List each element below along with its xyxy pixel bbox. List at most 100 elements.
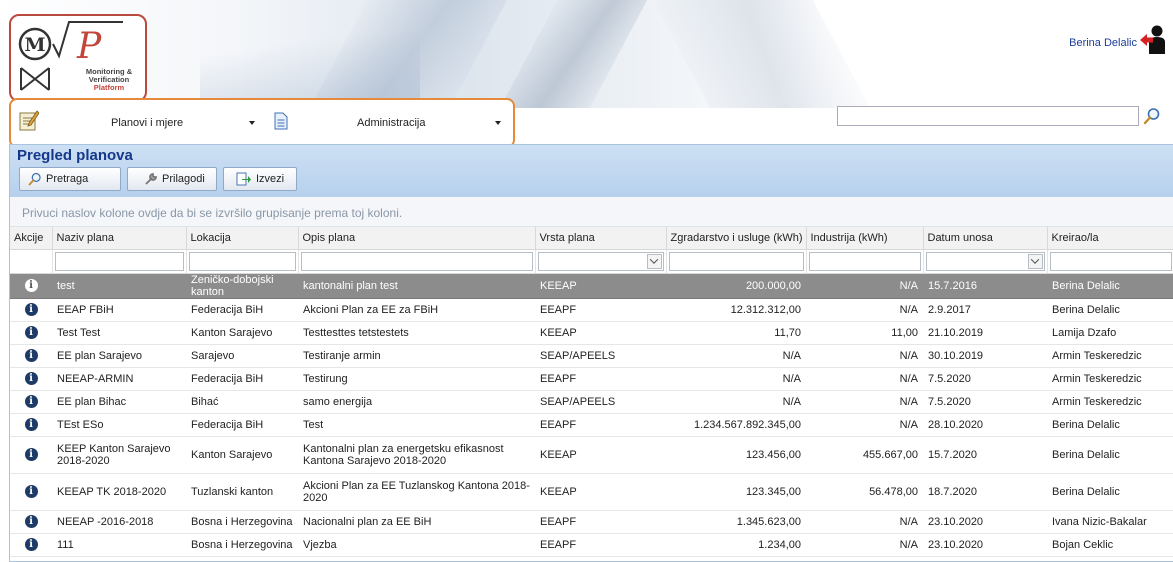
filter-datum-picker[interactable] xyxy=(925,251,1045,271)
cell-datum: 21.10.2019 xyxy=(923,321,1047,345)
filter-vrsta-select[interactable] xyxy=(537,251,664,271)
info-icon[interactable]: i xyxy=(24,303,38,316)
cell-lokacija: Bihać xyxy=(186,390,298,414)
cell-kreirao: Berina Delalic xyxy=(1047,298,1173,322)
search-icon xyxy=(28,172,41,186)
table-row[interactable]: i EE plan Sarajevo Sarajevo Testiranje a… xyxy=(10,344,1173,368)
menu-planovi-i-mjere[interactable]: Planovi i mjere xyxy=(111,113,183,133)
cell-zgradarstvo: 11,70 xyxy=(666,321,806,345)
global-search-input[interactable] xyxy=(837,106,1139,126)
filter-naziv-input[interactable] xyxy=(54,251,184,271)
cell-zgradarstvo: N/A xyxy=(666,344,806,368)
cell-naziv: 111 xyxy=(52,533,186,557)
group-panel-hint[interactable]: Privuci naslov kolone ovdje da bi se izv… xyxy=(10,197,1173,227)
search-icon[interactable] xyxy=(1143,107,1161,125)
col-header-lokacija[interactable]: Lokacija xyxy=(186,227,299,250)
cell-opis: Vjezba xyxy=(298,533,535,557)
cell-datum: 23.10.2020 xyxy=(923,510,1047,534)
table-row[interactable]: i EE plan Bihac Bihać samo energija SEAP… xyxy=(10,390,1173,414)
table-row[interactable]: i TEst ESo Federacija BiH Test EEAPF 1.2… xyxy=(10,413,1173,437)
table-row[interactable]: i Test Test Kanton Sarajevo Testtesttes … xyxy=(10,321,1173,345)
cell-zgradarstvo: N/A xyxy=(666,367,806,391)
info-icon[interactable]: i xyxy=(24,448,38,461)
cell-vrsta: EEAPF xyxy=(535,367,666,391)
chevron-down-icon[interactable] xyxy=(646,253,662,269)
info-icon[interactable]: i xyxy=(24,326,38,339)
cell-datum: 15.7.2020 xyxy=(923,436,1047,474)
cell-vrsta: EEAPF xyxy=(535,510,666,534)
cell-industrija: N/A xyxy=(806,367,923,391)
col-header-datum[interactable]: Datum unosa xyxy=(923,227,1048,250)
col-header-industrija[interactable]: Industrija (kWh) xyxy=(806,227,924,250)
table-row[interactable]: i test Zeničko-dobojski kanton kantonaln… xyxy=(10,273,1173,299)
table-row[interactable]: i KEEP Kanton Sarajevo 2018-2020 Kanton … xyxy=(10,436,1173,474)
chevron-down-icon xyxy=(495,121,501,125)
grid-header-row: Akcije Naziv plana Lokacija Opis plana V… xyxy=(10,227,1173,250)
cell-naziv: EEAP FBiH xyxy=(52,298,186,322)
svg-text:M: M xyxy=(24,34,45,56)
menu-planovi-label: Planovi i mjere xyxy=(111,117,184,129)
export-button[interactable]: Izvezi xyxy=(223,167,297,191)
col-header-opis[interactable]: Opis plana xyxy=(298,227,536,250)
panel-header: Pregled planova Pretraga Prilagodi Izvez… xyxy=(10,145,1173,197)
cell-industrija: N/A xyxy=(806,273,923,299)
filter-opis-input[interactable] xyxy=(300,251,533,271)
info-icon[interactable]: i xyxy=(24,418,38,431)
info-icon[interactable]: i xyxy=(24,279,38,292)
info-icon[interactable]: i xyxy=(24,349,38,362)
page-title: Pregled planova xyxy=(17,147,133,164)
main-navigation: Planovi i mjere Administracija xyxy=(9,98,515,148)
cell-vrsta: KEEAP xyxy=(535,436,666,474)
filter-lokacija-input[interactable] xyxy=(188,251,296,271)
col-header-vrsta[interactable]: Vrsta plana xyxy=(535,227,667,250)
filter-zgradarstvo-input[interactable] xyxy=(668,251,804,271)
chevron-down-icon xyxy=(249,121,255,125)
cell-kreirao: Berina Delalic xyxy=(1047,273,1173,299)
chevron-down-icon[interactable] xyxy=(1027,253,1043,269)
cell-lokacija: Kanton Sarajevo xyxy=(186,321,298,345)
info-icon[interactable]: i xyxy=(24,515,38,528)
filter-kreirao-input[interactable] xyxy=(1049,251,1172,271)
customize-button[interactable]: Prilagodi xyxy=(127,167,217,191)
info-icon[interactable]: i xyxy=(24,372,38,385)
col-header-zgradarstvo[interactable]: Zgradarstvo i usluge (kWh) xyxy=(666,227,807,250)
svg-text:P: P xyxy=(76,26,102,67)
cell-naziv: NEEAP -2016-2018 xyxy=(52,510,186,534)
cell-industrija: 11,00 xyxy=(806,321,923,345)
cell-kreirao: Berina Delalic xyxy=(1047,473,1173,511)
menu-administracija[interactable]: Administracija xyxy=(357,113,425,133)
col-header-akcije[interactable]: Akcije xyxy=(10,227,53,250)
menu-planovi-dropdown[interactable] xyxy=(249,113,255,133)
col-header-kreirao[interactable]: Kreirao/la xyxy=(1047,227,1173,250)
info-icon[interactable]: i xyxy=(24,395,38,408)
info-icon[interactable]: i xyxy=(24,485,38,498)
cell-vrsta: SEAP/APEELS xyxy=(535,390,666,414)
table-row[interactable]: i NEEAP-ARMIN Federacija BiH Testirung E… xyxy=(10,367,1173,391)
cell-lokacija: Federacija BiH xyxy=(186,367,298,391)
table-row[interactable]: i KEEAP TK 2018-2020 Tuzlanski kanton Ak… xyxy=(10,473,1173,511)
table-row[interactable]: i NEEAP -2016-2018 Bosna i Herzegovina N… xyxy=(10,510,1173,534)
cell-opis: Akcioni Plan za EE za FBiH xyxy=(298,298,535,322)
cell-vrsta: KEEAP xyxy=(535,473,666,511)
cell-zgradarstvo: 1.345.623,00 xyxy=(666,510,806,534)
search-button[interactable]: Pretraga xyxy=(19,167,121,191)
wrench-icon xyxy=(145,173,157,185)
cell-opis: samo energija xyxy=(298,390,535,414)
table-row[interactable]: i EEAP FBiH Federacija BiH Akcioni Plan … xyxy=(10,298,1173,322)
menu-administracija-dropdown[interactable] xyxy=(495,113,501,133)
col-header-naziv[interactable]: Naziv plana xyxy=(52,227,187,250)
cell-industrija: N/A xyxy=(806,390,923,414)
table-row[interactable]: i 111 Bosna i Herzegovina Vjezba EEAPF 1… xyxy=(10,533,1173,557)
cell-vrsta: EEAPF xyxy=(535,533,666,557)
filter-industrija-input[interactable] xyxy=(808,251,921,271)
cell-datum: 30.10.2019 xyxy=(923,344,1047,368)
cell-opis: Testtesttes tetstestets xyxy=(298,321,535,345)
info-icon[interactable]: i xyxy=(24,538,38,551)
user-name-link[interactable]: Berina Delalic xyxy=(1069,37,1137,49)
cell-zgradarstvo: 1.234,00 xyxy=(666,533,806,557)
cell-kreirao: Lamija Dzafo xyxy=(1047,321,1173,345)
mvp-logo[interactable]: M P Monitoring & Verification Platform xyxy=(9,14,147,102)
cell-naziv: EE plan Sarajevo xyxy=(52,344,186,368)
logout-icon[interactable] xyxy=(1139,24,1165,54)
cell-opis: Testirung xyxy=(298,367,535,391)
